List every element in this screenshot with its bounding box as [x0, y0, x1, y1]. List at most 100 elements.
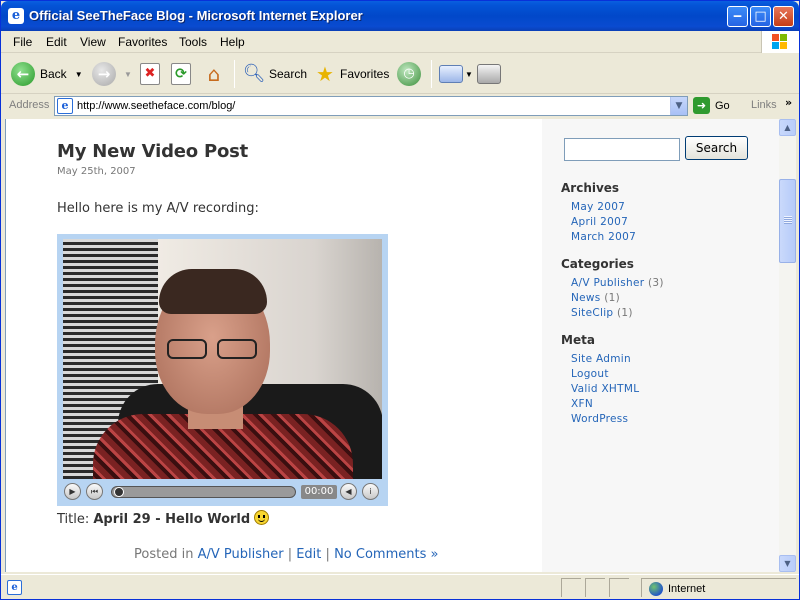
post-title[interactable]: My New Video Post: [57, 141, 248, 162]
comments-link[interactable]: No Comments »: [334, 547, 438, 562]
window-title: Official SeeTheFace Blog - Microsoft Int…: [29, 8, 363, 23]
back-dropdown-icon[interactable]: ▼: [75, 70, 83, 79]
post-date: May 25th, 2007: [57, 166, 136, 177]
address-bar: Address e http://www.seetheface.com/blog…: [1, 95, 799, 117]
close-button[interactable]: ✕: [773, 6, 794, 27]
toolbar-separator: [431, 60, 432, 88]
archive-link-may-2007[interactable]: May 2007: [571, 201, 625, 213]
mail-button[interactable]: ▼: [439, 60, 473, 88]
menu-tools[interactable]: Tools: [179, 35, 207, 49]
menu-edit[interactable]: Edit: [46, 35, 67, 49]
list-item: WordPress: [571, 412, 639, 427]
menu-view[interactable]: View: [80, 35, 106, 49]
seek-bar[interactable]: [111, 486, 296, 498]
list-item: A/V Publisher (3): [571, 276, 664, 291]
print-button[interactable]: [477, 60, 501, 88]
address-dropdown-icon[interactable]: ▼: [670, 97, 687, 115]
player-controls: ▶ ⏮ 00:00 ◀ i: [63, 482, 382, 502]
meta-separator: |: [283, 547, 297, 562]
home-icon: ⌂: [207, 62, 221, 86]
seek-knob[interactable]: [114, 487, 124, 497]
chevron-right-icon[interactable]: »: [785, 96, 792, 109]
meta-heading: Meta: [561, 333, 595, 347]
vertical-scrollbar[interactable]: ▲ ▼: [779, 119, 796, 572]
mail-dropdown-icon[interactable]: ▼: [465, 70, 473, 79]
search-toolbar-label: Search: [269, 67, 308, 81]
rewind-icon[interactable]: ⏮: [86, 483, 103, 500]
favorites-button[interactable]: ★ Favorites: [313, 60, 389, 88]
logout-link[interactable]: Logout: [571, 368, 609, 380]
search-input[interactable]: [564, 138, 680, 161]
caption-prefix: Title:: [57, 512, 94, 527]
back-button[interactable]: ← Back ▼: [11, 60, 83, 88]
glasses: [163, 339, 263, 361]
home-button[interactable]: ⌂: [202, 60, 226, 88]
go-button[interactable]: ➜ Go: [693, 97, 730, 114]
menu-help[interactable]: Help: [220, 35, 245, 49]
list-item: Valid XHTML: [571, 382, 639, 397]
go-label: Go: [715, 99, 730, 112]
windows-flag-icon: [772, 34, 788, 50]
list-item: SiteClip (1): [571, 306, 664, 321]
history-icon: ◷: [397, 62, 421, 86]
toolbar-separator: [234, 60, 235, 88]
forward-button[interactable]: → ▼: [92, 60, 132, 88]
list-item: March 2007: [571, 230, 636, 245]
volume-icon[interactable]: ◀: [340, 483, 357, 500]
address-label: Address: [9, 99, 50, 111]
printer-icon: [477, 64, 501, 84]
scroll-up-icon[interactable]: ▲: [779, 119, 796, 136]
valid-xhtml-link[interactable]: Valid XHTML: [571, 383, 639, 395]
archive-link-april-2007[interactable]: April 2007: [571, 216, 628, 228]
star-icon: ★: [316, 62, 334, 86]
smiley-icon: [254, 510, 270, 525]
menu-file[interactable]: File: [13, 35, 32, 49]
page-status-icon: e: [7, 580, 22, 595]
ie-logo-icon: e: [8, 8, 24, 24]
refresh-button[interactable]: ⟳: [171, 60, 191, 88]
xfn-link[interactable]: XFN: [571, 398, 593, 410]
back-arrow-icon: ←: [11, 62, 35, 86]
play-icon[interactable]: ▶: [64, 483, 81, 500]
maximize-button[interactable]: □: [750, 6, 771, 27]
video-frame[interactable]: [63, 239, 382, 479]
meta-list: Site Admin Logout Valid XHTML XFN WordPr…: [571, 352, 639, 427]
search-button[interactable]: Search: [685, 136, 748, 160]
grip-icon: [784, 216, 792, 224]
category-link-siteclip[interactable]: SiteClip: [571, 307, 613, 319]
windows-logo: [761, 31, 799, 53]
archive-link-march-2007[interactable]: March 2007: [571, 231, 636, 243]
edit-link[interactable]: Edit: [296, 547, 321, 562]
address-input[interactable]: e http://www.seetheface.com/blog/ ▼: [54, 96, 688, 116]
post-intro: Hello here is my A/V recording:: [57, 201, 259, 216]
info-icon[interactable]: i: [362, 483, 379, 500]
links-label[interactable]: Links: [751, 99, 777, 111]
meta-separator: |: [321, 547, 335, 562]
security-zone: Internet: [649, 582, 705, 596]
status-pane: [609, 578, 629, 597]
stop-button[interactable]: ✖: [140, 60, 160, 88]
address-url[interactable]: http://www.seetheface.com/blog/: [77, 100, 235, 112]
category-link[interactable]: A/V Publisher: [198, 547, 284, 562]
list-item: May 2007: [571, 200, 636, 215]
menu-favorites[interactable]: Favorites: [118, 35, 167, 49]
forward-dropdown-icon[interactable]: ▼: [124, 70, 132, 79]
mail-icon: [439, 65, 463, 83]
list-item: Logout: [571, 367, 639, 382]
search-toolbar-button[interactable]: 🔍︎ Search: [242, 60, 307, 88]
list-item: April 2007: [571, 215, 636, 230]
refresh-icon: ⟳: [171, 63, 191, 85]
category-link-av-publisher[interactable]: A/V Publisher: [571, 277, 644, 289]
scroll-thumb[interactable]: [779, 179, 796, 263]
title-bar[interactable]: e Official SeeTheFace Blog - Microsoft I…: [1, 1, 799, 31]
video-player: ▶ ⏮ 00:00 ◀ i: [57, 234, 388, 506]
minimize-button[interactable]: ‒: [727, 6, 748, 27]
history-button[interactable]: ◷: [397, 60, 421, 88]
site-admin-link[interactable]: Site Admin: [571, 353, 631, 365]
scroll-down-icon[interactable]: ▼: [779, 555, 796, 572]
meta-prefix: Posted in: [134, 547, 198, 562]
wordpress-link[interactable]: WordPress: [571, 413, 628, 425]
category-link-news[interactable]: News: [571, 292, 601, 304]
category-count: (3): [644, 277, 664, 289]
status-pane: [561, 578, 581, 597]
